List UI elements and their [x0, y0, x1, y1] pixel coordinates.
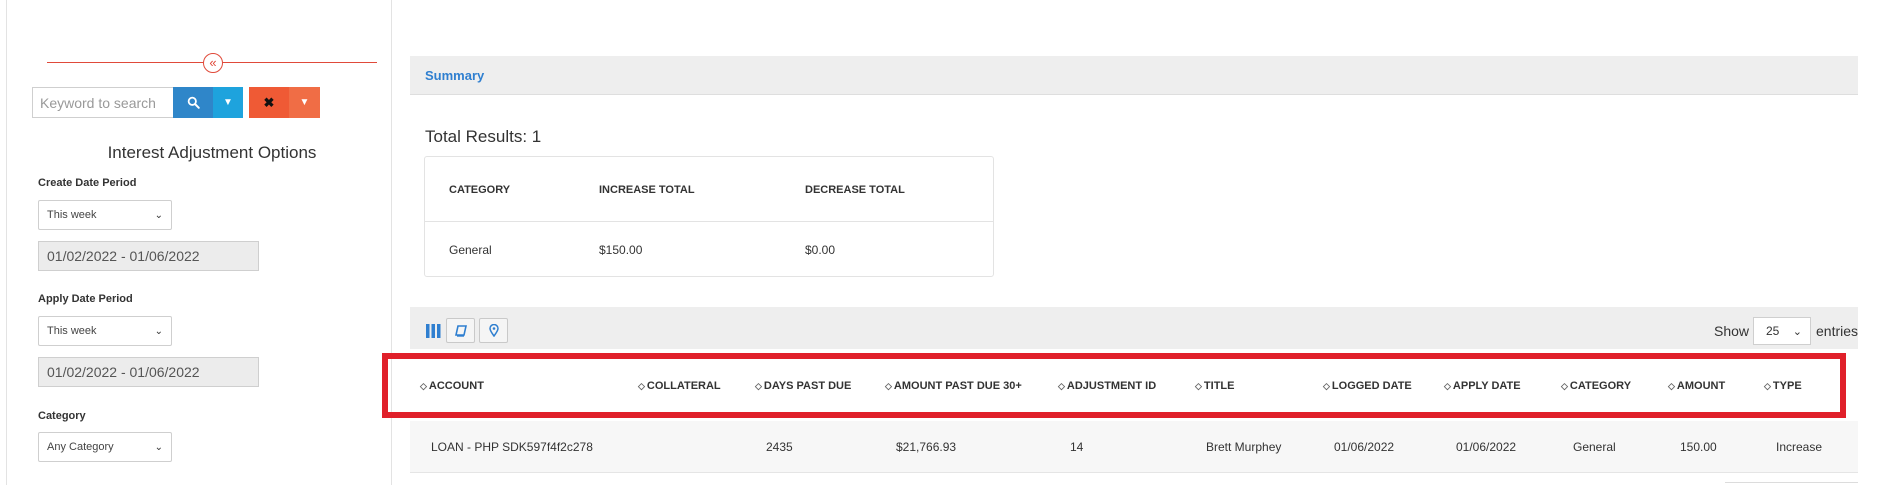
category-select-value: Any Category [47, 441, 114, 453]
table-row[interactable]: LOAN - PHP SDK597f4f2c278 2435 $21,766.9… [410, 421, 1858, 473]
chevron-down-icon: ⌄ [1792, 325, 1802, 338]
columns-icon [425, 323, 440, 338]
collapse-sidebar-icon[interactable]: « [203, 53, 223, 73]
cell-category: General [1573, 440, 1616, 454]
create-date-select[interactable]: This week ⌄ [38, 200, 172, 230]
cell-account[interactable]: LOAN - PHP SDK597f4f2c278 [431, 440, 593, 454]
summary-table: CATEGORY INCREASE TOTAL DECREASE TOTAL G… [424, 156, 994, 277]
cell-type: Increase [1776, 440, 1823, 454]
table-toolbar: Show 25 ⌄ entries [410, 307, 1858, 349]
summary-tab[interactable]: Summary [425, 68, 484, 83]
search-options-button[interactable]: ▼ [213, 87, 243, 118]
category-select[interactable]: Any Category ⌄ [38, 432, 172, 462]
caret-down-icon: ▼ [223, 97, 233, 108]
chevron-down-icon: ⌄ [154, 441, 163, 453]
clear-options-button[interactable]: ▼ [289, 87, 320, 118]
create-date-label: Create Date Period [38, 177, 137, 189]
cell-title: Brett Murphey [1206, 440, 1282, 454]
map-pin-icon [488, 324, 499, 337]
total-results: Total Results: 1 [425, 127, 542, 146]
apply-date-select-value: This week [47, 325, 97, 337]
apply-date-label: Apply Date Period [38, 293, 133, 305]
summary-cell-decrease: $0.00 [805, 243, 836, 257]
apply-date-select[interactable]: This week ⌄ [38, 316, 172, 346]
create-date-range-field[interactable]: 01/02/2022 - 01/06/2022 [38, 241, 259, 271]
search-button[interactable] [173, 87, 213, 118]
entries-select[interactable]: 25 ⌄ [1753, 317, 1811, 345]
entries-select-value: 25 [1766, 324, 1780, 338]
close-icon: ✖ [263, 94, 275, 110]
summary-col-category: CATEGORY [449, 184, 511, 196]
summary-header: Summary [410, 56, 1858, 95]
cell-logged-date: 01/06/2022 [1334, 440, 1395, 454]
book-icon [454, 324, 467, 337]
summary-cell-increase: $150.00 [599, 243, 643, 257]
caret-down-icon: ▼ [299, 97, 310, 108]
show-label: Show [1714, 323, 1750, 339]
summary-cell-category: General [449, 243, 492, 257]
category-label: Category [38, 410, 86, 422]
summary-col-decrease: DECREASE TOTAL [805, 184, 905, 196]
map-view-button[interactable] [479, 318, 508, 343]
search-input[interactable] [32, 87, 173, 118]
search-icon [187, 96, 200, 109]
create-date-select-value: This week [47, 209, 97, 221]
entries-label: entries [1816, 323, 1859, 339]
highlight-box [382, 353, 1846, 418]
list-view-button[interactable] [446, 318, 475, 343]
chevron-down-icon: ⌄ [154, 209, 163, 221]
cell-days-past-due: 2435 [766, 440, 793, 454]
options-title: Interest Adjustment Options [107, 143, 317, 162]
columns-toggle-button[interactable] [424, 318, 442, 343]
chevron-down-icon: ⌄ [154, 325, 163, 337]
cell-apply-date: 01/06/2022 [1456, 440, 1517, 454]
summary-col-increase: INCREASE TOTAL [599, 184, 695, 196]
apply-date-range-field[interactable]: 01/02/2022 - 01/06/2022 [38, 357, 259, 387]
clear-search-button[interactable]: ✖ [249, 87, 289, 118]
sidebar: « ▼ ✖ ▼ Interest Adjustment Options Crea… [6, 0, 392, 485]
cell-amount-past-due: $21,766.93 [896, 440, 957, 454]
summary-table-header: CATEGORY INCREASE TOTAL DECREASE TOTAL [425, 157, 993, 222]
cell-amount: 150.00 [1680, 440, 1717, 454]
cell-adjustment-id: 14 [1070, 440, 1084, 454]
